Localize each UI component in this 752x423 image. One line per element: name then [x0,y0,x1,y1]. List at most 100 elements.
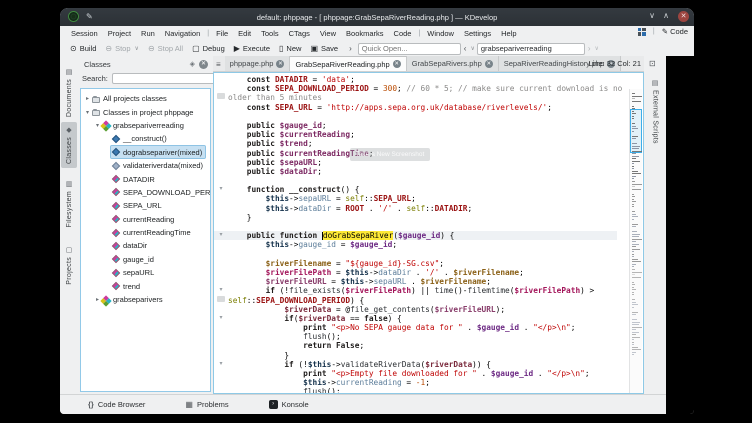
editor-tab-grabseparivers-php[interactable]: GrabSepaRivers.php✕ [407,56,499,71]
editor-tab-phppage-php[interactable]: phppage.php✕ [225,56,291,71]
menu-item-edit[interactable]: Edit [233,29,256,38]
minimap-scrollbar[interactable] [629,89,642,394]
editor-tab-bar: ≡ phppage.php✕GrabSepaRiverReading.php✕G… [213,56,644,72]
save-button[interactable]: ▣Save [310,44,338,53]
stop-all-button[interactable]: ⊖Stop All [148,44,183,53]
tree-item-validateriverdata-mixed[interactable]: validateriverdata(mixed) [81,159,210,172]
nav-forward-dropdown-icon[interactable]: ∨ [595,45,599,52]
menu-item-tools[interactable]: Tools [256,29,284,38]
tree-item-sepa-download-period[interactable]: SEPA_DOWNLOAD_PERIOD [81,186,210,199]
toolview-button-code-browser[interactable]: {}Code Browser [88,400,145,409]
sidebar-tab-external-scripts[interactable]: ▤External Scripts [646,76,664,147]
tree-item-label: trend [123,282,140,291]
close-button[interactable]: ✕ [678,11,689,22]
tab-close-icon[interactable]: ✕ [276,60,284,68]
tree-item-currentreadingtime[interactable]: currentReadingTime [81,226,210,239]
minimap-line [632,327,642,328]
tree-item-currentreading[interactable]: currentReading [81,213,210,226]
toolview-button-konsole[interactable]: ›Konsole [269,400,309,409]
menu-item-session[interactable]: Session [66,29,103,38]
tree-item-classes-in-project-phppage[interactable]: ▾Classes in project phppage [81,105,210,118]
activities-grid-icon[interactable] [638,28,646,36]
debug-button[interactable]: ▢Debug [192,44,225,53]
tree-item-label: dograbsepariver(mixed) [123,148,202,157]
menu-item-file[interactable]: File [211,29,233,38]
fold-margin [214,176,228,185]
document-list-icon[interactable]: ≡ [213,60,225,71]
execute-button[interactable]: ▶Execute [234,44,270,53]
tree-item-gauge-id[interactable]: gauge_id [81,253,210,266]
fold-margin[interactable]: ▾ [214,314,228,323]
nav-back-icon[interactable]: ‹ [461,44,470,53]
window-title: default: phppage - [ phppage:GrabSepaRiv… [60,13,694,22]
fold-margin [214,268,228,277]
tree-item-trend[interactable]: trend [81,279,210,292]
minimap-line [632,319,637,320]
nav-forward-icon[interactable]: › [585,44,594,53]
code-text: older than 5 minutes [228,93,322,102]
fold-margin[interactable]: ▾ [214,185,228,194]
toolview-button-problems[interactable]: ▦Problems [185,400,228,409]
nav-back-dropdown-icon[interactable]: ∨ [470,45,474,52]
split-view-icon[interactable]: ⊡ [649,59,656,68]
tree-item-grabseparivers[interactable]: ▸grabseparivers [81,293,210,306]
close-panel-icon[interactable]: ✕ [199,60,208,69]
tab-close-icon[interactable]: ✕ [485,60,493,68]
classes-search-input[interactable] [112,73,217,84]
sidebar-tab-filesystem[interactable]: ▥Filesystem [61,176,77,231]
menu-item-help[interactable]: Help [496,29,521,38]
tree-item-construct[interactable]: __construct() [81,132,210,145]
menu-item-view[interactable]: View [315,29,341,38]
sidebar-tab-classes[interactable]: ◆Classes [61,122,77,168]
code-line-33: print "<p>Empty file downloaded for " . … [214,369,617,378]
tab-close-icon[interactable]: ✕ [393,60,401,68]
minimize-button[interactable]: ∨ [646,11,658,20]
minimap-line [632,344,634,345]
maximize-button[interactable]: ∧ [660,11,672,20]
tree-item-datadir[interactable]: DATADIR [81,172,210,185]
dropdown-arrow-icon[interactable]: ∨ [135,45,139,52]
tree-item-label: validateriverdata(mixed) [123,161,203,170]
tree-item-sepa-url[interactable]: SEPA_URL [81,199,210,212]
fold-margin [214,112,228,121]
fold-margin[interactable]: ▾ [214,231,228,240]
quick-open-input[interactable] [358,43,461,55]
menu-item-navigation[interactable]: Navigation [160,29,205,38]
fold-margin[interactable]: ▾ [214,360,228,369]
menu-item-code[interactable]: Code [389,29,417,38]
float-panel-icon[interactable]: ◈ [190,60,195,68]
tree-item-sepaurl[interactable]: sepaURL [81,266,210,279]
toolbar-search-input[interactable] [477,43,585,55]
tree-item-dograbsepariver-mixed[interactable]: dograbsepariver(mixed) [81,146,210,159]
minimap-line [632,176,636,177]
tree-item-datadir[interactable]: dataDir [81,239,210,252]
menu-item-bookmarks[interactable]: Bookmarks [341,29,389,38]
menu-item-settings[interactable]: Settings [459,29,496,38]
menu-item-window[interactable]: Window [422,29,459,38]
sidebar-tab-documents[interactable]: ▤Documents [61,64,77,121]
tree-item-all-projects-classes[interactable]: ▸All projects classes [81,92,210,105]
fold-margin [214,84,228,93]
sidebar-tab-projects[interactable]: ▢Projects [61,242,77,289]
code-menu-button[interactable]: ✎ Code [662,27,688,36]
menu-item-project[interactable]: Project [103,29,136,38]
minimap-line [632,219,634,220]
new-button[interactable]: ▯New [279,44,301,53]
menu-item-run[interactable]: Run [136,29,160,38]
stop-button[interactable]: ⊖Stop∨ [105,44,139,53]
minimap-line [632,101,641,102]
fold-margin[interactable]: ▾ [214,286,228,295]
toolbar-overflow-icon[interactable]: › [349,44,352,53]
tree-item-grabsepariverreading[interactable]: ▾grabsepariverreading [81,119,210,132]
code-editor[interactable]: const DATADIR = 'data'; const SEPA_DOWNL… [213,72,644,394]
build-button[interactable]: ⊙Build [70,44,96,53]
minimap-line [632,138,636,139]
field-icon [112,255,120,263]
sidebar-tab-label: Projects [66,257,73,285]
expander-icon[interactable]: ▸ [84,95,91,102]
minimap-line [632,96,642,97]
menu-item-ctags[interactable]: CTags [284,29,315,38]
expander-icon[interactable]: ▾ [84,109,91,116]
external-scripts-icon: ▤ [652,79,659,87]
editor-tab-grabsepariverreading-php[interactable]: GrabSepaRiverReading.php✕ [290,56,406,71]
